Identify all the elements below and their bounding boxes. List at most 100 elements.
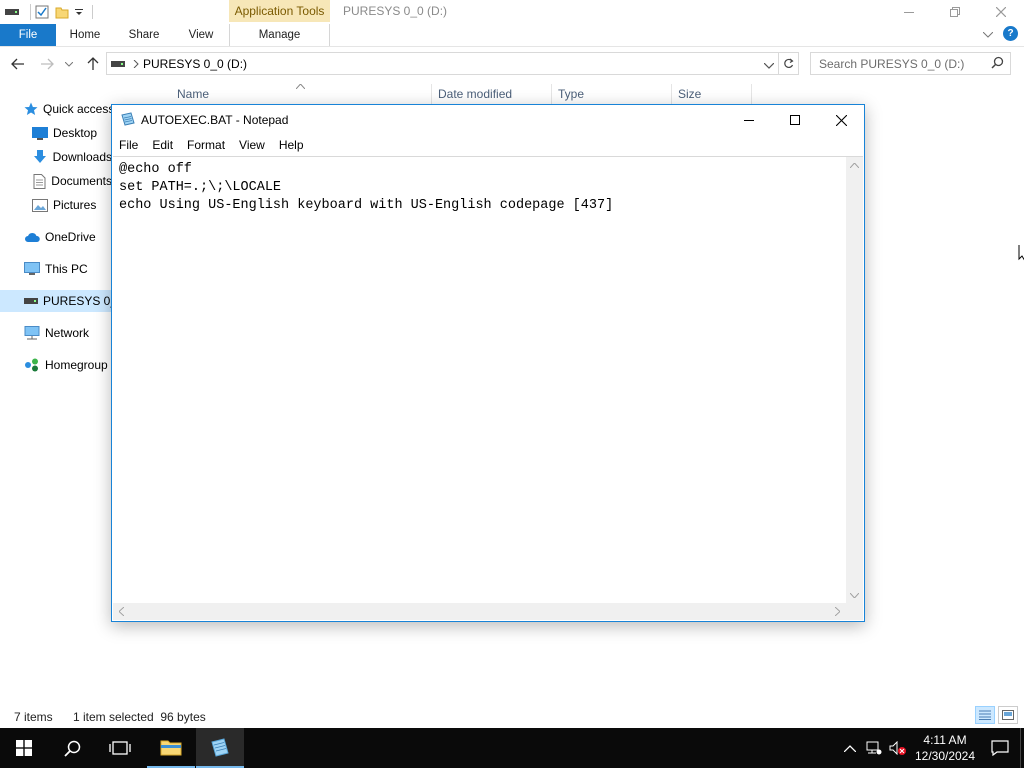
menu-format[interactable]: Format bbox=[180, 138, 232, 152]
scroll-down-icon[interactable] bbox=[846, 587, 863, 604]
new-folder-icon[interactable] bbox=[54, 4, 70, 20]
properties-icon[interactable] bbox=[30, 4, 50, 20]
minimize-button[interactable] bbox=[886, 0, 932, 24]
desktop-icon bbox=[32, 125, 48, 141]
horizontal-scrollbar[interactable] bbox=[113, 603, 846, 620]
start-button[interactable] bbox=[0, 728, 48, 768]
details-view-button[interactable] bbox=[975, 706, 995, 724]
chevron-right-icon[interactable] bbox=[133, 59, 139, 68]
menu-file[interactable]: File bbox=[112, 138, 145, 152]
search-placeholder: Search PURESYS 0_0 (D:) bbox=[819, 56, 965, 71]
sidebar-item-onedrive[interactable]: OneDrive bbox=[0, 226, 112, 248]
sidebar-item-documents[interactable]: Documents bbox=[0, 170, 112, 192]
drive-icon bbox=[24, 293, 38, 309]
notepad-window: AUTOEXEC.BAT - Notepad File Edit Format … bbox=[111, 104, 865, 622]
up-button[interactable] bbox=[83, 54, 103, 74]
scroll-up-icon[interactable] bbox=[846, 157, 863, 174]
chevron-down-icon bbox=[65, 61, 73, 67]
action-center-button[interactable] bbox=[980, 728, 1020, 768]
sidebar-item-quick-access[interactable]: Quick access bbox=[0, 98, 112, 120]
task-view-icon bbox=[109, 741, 131, 755]
search-input[interactable]: Search PURESYS 0_0 (D:) bbox=[810, 52, 1011, 75]
show-hidden-icons-button[interactable] bbox=[838, 744, 862, 752]
tab-share[interactable]: Share bbox=[122, 24, 166, 46]
column-header-name[interactable]: Name bbox=[177, 84, 209, 104]
maximize-icon bbox=[790, 115, 800, 125]
sidebar-item-pictures[interactable]: Pictures bbox=[0, 194, 112, 216]
taskbar-file-explorer[interactable] bbox=[147, 728, 195, 768]
scroll-left-icon[interactable] bbox=[113, 603, 130, 620]
menu-edit[interactable]: Edit bbox=[145, 138, 180, 152]
sidebar-item-label: Network bbox=[45, 326, 90, 340]
notepad-content[interactable]: @echo off set PATH=.;\;\LOCALE echo Usin… bbox=[119, 161, 613, 215]
help-icon[interactable]: ? bbox=[1003, 26, 1018, 41]
selection-info: 1 item selected 96 bytes bbox=[73, 710, 206, 724]
sidebar-item-label: Homegroup bbox=[45, 358, 108, 372]
back-button[interactable] bbox=[8, 54, 28, 74]
tab-manage[interactable]: Manage bbox=[229, 24, 330, 46]
customize-toolbar-icon[interactable] bbox=[74, 4, 84, 20]
forward-button[interactable] bbox=[37, 54, 57, 74]
column-divider[interactable] bbox=[671, 84, 672, 104]
large-icons-view-button[interactable] bbox=[998, 706, 1018, 724]
column-divider[interactable] bbox=[551, 84, 552, 104]
details-view-icon bbox=[979, 710, 991, 720]
sidebar-item-desktop[interactable]: Desktop bbox=[0, 122, 112, 144]
sidebar-item-homegroup[interactable]: Homegroup bbox=[0, 354, 112, 376]
notepad-maximize-button[interactable] bbox=[772, 105, 818, 135]
sidebar-item-puresys-drive[interactable]: PURESYS 0_0 (D:) bbox=[0, 290, 112, 312]
network-status-button[interactable] bbox=[862, 741, 886, 755]
notepad-menubar: File Edit Format View Help bbox=[112, 135, 864, 155]
restore-button[interactable] bbox=[932, 0, 978, 24]
close-icon bbox=[996, 7, 1006, 17]
tab-home[interactable]: Home bbox=[63, 24, 107, 46]
column-header-size[interactable]: Size bbox=[678, 84, 701, 104]
notepad-text-area[interactable]: @echo off set PATH=.;\;\LOCALE echo Usin… bbox=[113, 156, 863, 620]
taskbar-notepad[interactable] bbox=[196, 728, 244, 768]
vertical-scrollbar[interactable] bbox=[846, 157, 863, 604]
recent-locations-button[interactable] bbox=[62, 54, 76, 74]
expand-ribbon-icon[interactable] bbox=[982, 27, 994, 41]
volume-button[interactable] bbox=[886, 741, 910, 755]
clock[interactable]: 4:11 AM 12/30/2024 bbox=[910, 732, 980, 764]
sidebar-item-this-pc[interactable]: This PC bbox=[0, 258, 112, 280]
address-path[interactable]: PURESYS 0_0 (D:) bbox=[143, 57, 247, 71]
column-divider[interactable] bbox=[751, 84, 752, 104]
close-button[interactable] bbox=[978, 0, 1024, 24]
drive-icon[interactable] bbox=[4, 4, 20, 20]
search-button[interactable] bbox=[48, 728, 96, 768]
refresh-icon bbox=[784, 58, 794, 69]
scroll-right-icon[interactable] bbox=[829, 603, 846, 620]
notepad-titlebar[interactable]: AUTOEXEC.BAT - Notepad bbox=[112, 105, 864, 135]
clock-time: 4:11 AM bbox=[923, 733, 967, 747]
tab-view[interactable]: View bbox=[179, 24, 223, 46]
tab-file[interactable]: File bbox=[0, 24, 56, 46]
notepad-close-button[interactable] bbox=[818, 105, 864, 135]
explorer-window-title: PURESYS 0_0 (D:) bbox=[343, 4, 448, 18]
column-header-date-modified[interactable]: Date modified bbox=[438, 84, 512, 104]
homegroup-icon bbox=[24, 357, 40, 373]
sidebar-item-label: OneDrive bbox=[45, 230, 96, 244]
folder-icon bbox=[160, 740, 182, 756]
menu-view[interactable]: View bbox=[232, 138, 272, 152]
sidebar-item-label: This PC bbox=[45, 262, 88, 276]
address-bar[interactable]: PURESYS 0_0 (D:) bbox=[106, 52, 799, 75]
search-icon[interactable] bbox=[991, 56, 1004, 72]
task-view-button[interactable] bbox=[96, 728, 144, 768]
chevron-down-icon bbox=[763, 62, 775, 69]
refresh-button[interactable] bbox=[778, 53, 798, 74]
back-arrow-icon bbox=[11, 58, 24, 70]
large-icons-view-icon bbox=[1002, 710, 1014, 720]
show-desktop-button[interactable] bbox=[1020, 728, 1024, 768]
minimize-icon bbox=[904, 12, 914, 13]
sidebar-item-network[interactable]: Network bbox=[0, 322, 112, 344]
sidebar-item-downloads[interactable]: Downloads bbox=[0, 146, 112, 168]
menu-help[interactable]: Help bbox=[272, 138, 311, 152]
system-tray: 4:11 AM 12/30/2024 bbox=[838, 728, 1024, 768]
column-divider[interactable] bbox=[431, 84, 432, 104]
address-dropdown[interactable] bbox=[763, 58, 775, 72]
column-header-type[interactable]: Type bbox=[558, 84, 584, 104]
notepad-minimize-button[interactable] bbox=[726, 105, 772, 135]
scrollbar-corner bbox=[846, 603, 863, 620]
close-icon bbox=[835, 114, 847, 126]
